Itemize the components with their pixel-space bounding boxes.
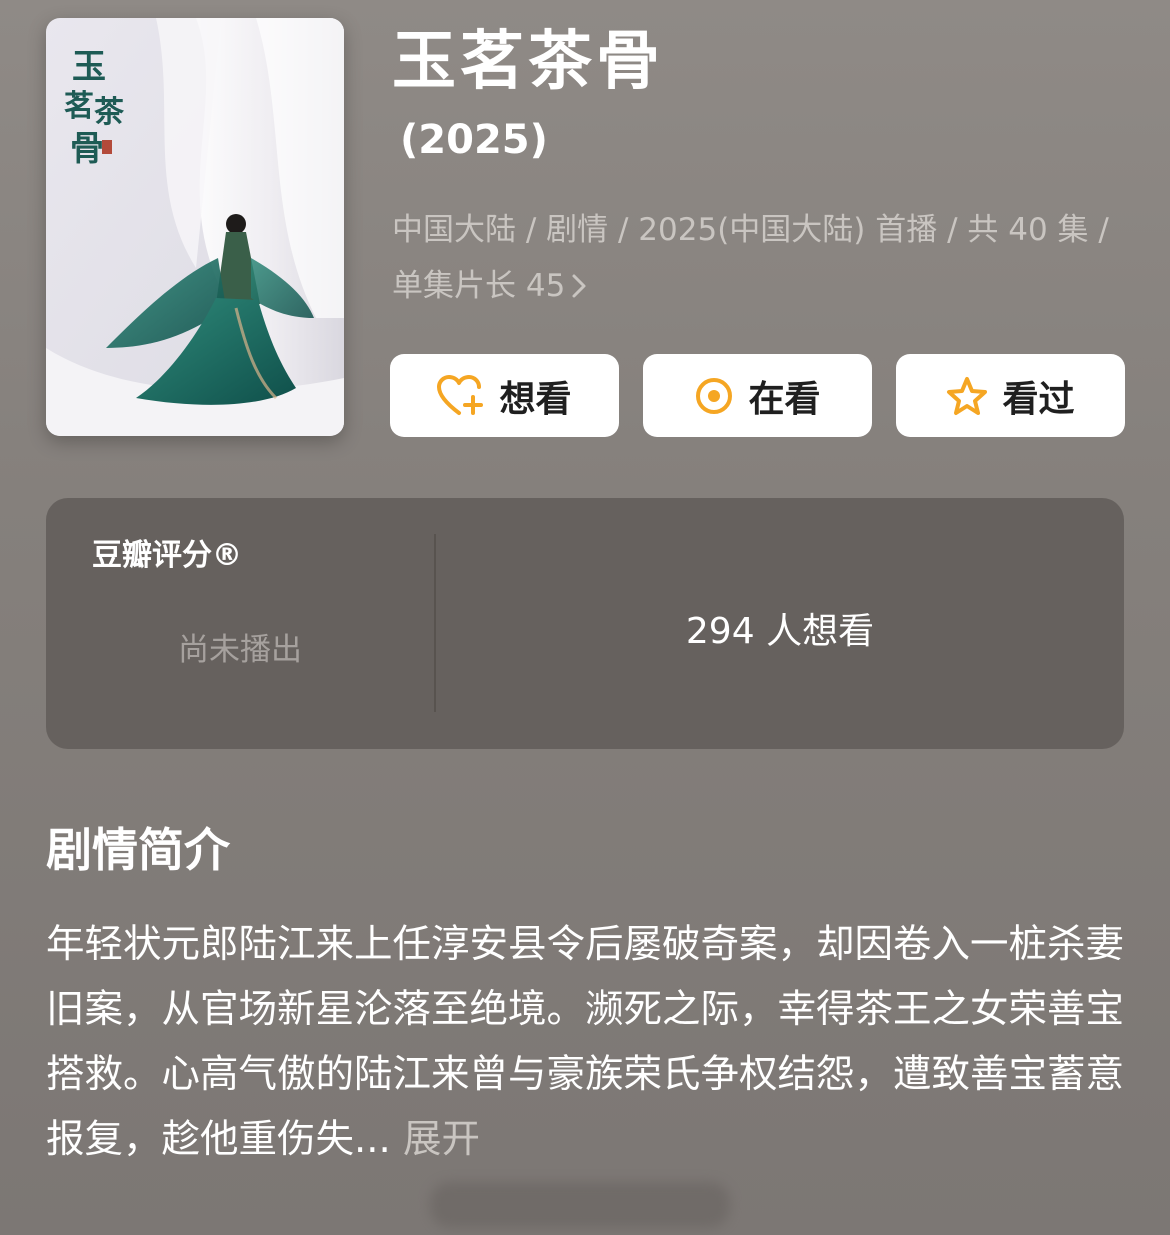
- want-button[interactable]: 想看: [390, 354, 619, 437]
- rating-brand: 豆瓣评分®: [92, 538, 242, 573]
- meta-line: 中国大陆 / 剧情 / 2025(中国大陆) 首播 / 共 40 集 /: [392, 212, 1109, 248]
- poster-illustration: 玉 茗 茶 骨: [46, 18, 344, 436]
- poster-image[interactable]: 玉 茗 茶 骨: [46, 18, 344, 436]
- blurred-overlay: [430, 1182, 730, 1228]
- svg-text:茶: 茶: [94, 95, 125, 130]
- page-title: 玉茗茶骨: [392, 25, 664, 99]
- meta-line: 单集片长 45: [392, 258, 1132, 314]
- watched-label: 看过: [1002, 378, 1075, 420]
- synopsis-title: 剧情简介: [46, 823, 230, 877]
- meta-runtime: 单集片长 45: [392, 268, 566, 304]
- rating-status: 尚未播出: [178, 632, 302, 668]
- want-label: 想看: [499, 378, 572, 420]
- watching-label: 在看: [748, 378, 821, 420]
- rating-card[interactable]: 豆瓣评分® 尚未播出 294 人想看: [46, 498, 1124, 749]
- synopsis-body: 年轻状元郎陆江来上任淳安县令后屡破奇案，却因卷入一桩杀妻旧案，从官场新星沦落至绝…: [46, 922, 1125, 1162]
- svg-text:骨: 骨: [70, 129, 104, 169]
- svg-text:茗: 茗: [64, 89, 94, 124]
- target-circle-icon: [694, 376, 734, 416]
- action-bar: 想看 在看 看过: [390, 354, 1125, 437]
- meta-info[interactable]: 中国大陆 / 剧情 / 2025(中国大陆) 首播 / 共 40 集 / 单集片…: [392, 202, 1132, 314]
- svg-text:玉: 玉: [72, 47, 106, 87]
- watched-button[interactable]: 看过: [896, 354, 1125, 437]
- chevron-right-icon: [571, 258, 587, 314]
- synopsis-text: 年轻状元郎陆江来上任淳安县令后屡破奇案，却因卷入一桩杀妻旧案，从官场新星沦落至绝…: [46, 912, 1126, 1172]
- watching-button[interactable]: 在看: [643, 354, 872, 437]
- heart-plus-icon: [437, 374, 485, 417]
- expand-link[interactable]: 展开: [403, 1117, 480, 1162]
- star-icon: [946, 376, 988, 416]
- release-year: (2025): [400, 117, 548, 163]
- want-count: 294 人想看: [685, 611, 875, 652]
